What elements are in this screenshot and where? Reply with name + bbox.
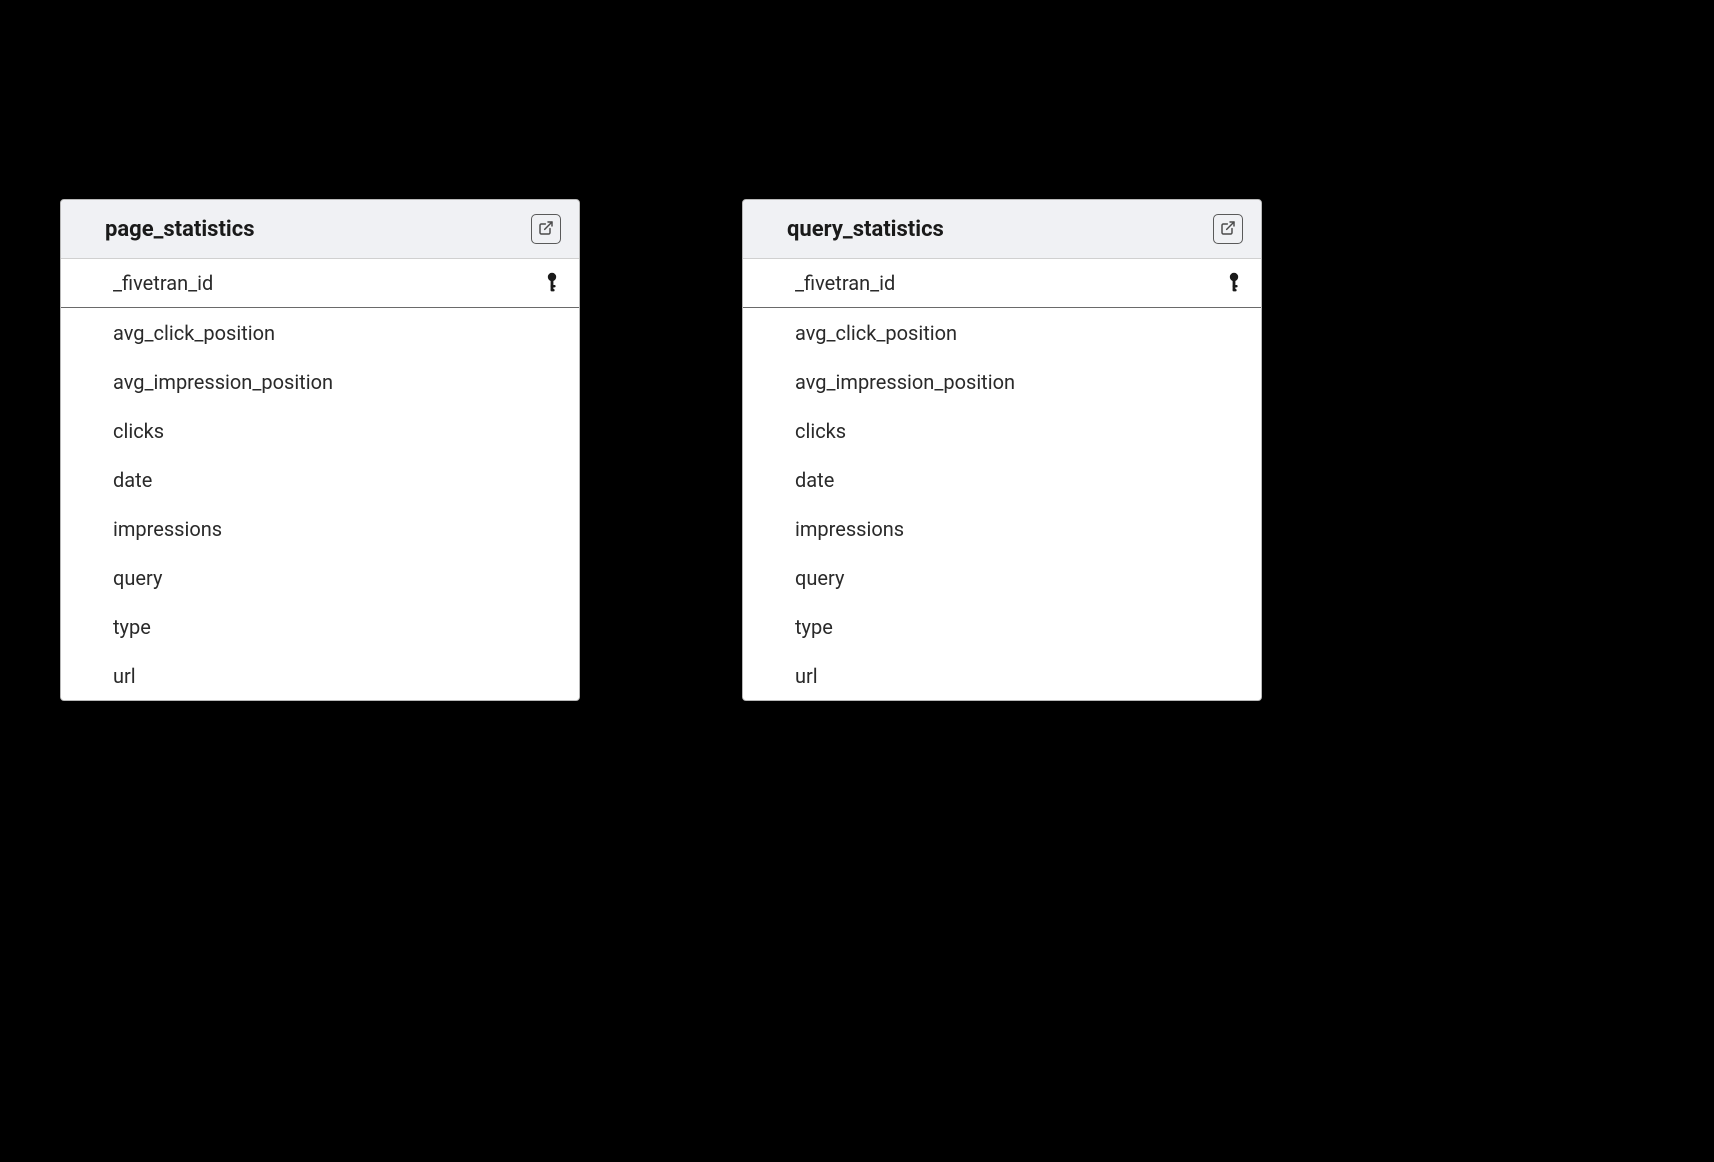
open-button[interactable] [531, 214, 561, 244]
column-row[interactable]: clicks [61, 406, 579, 455]
column-row[interactable]: query [61, 553, 579, 602]
column-row[interactable]: query [743, 553, 1261, 602]
column-name: query [795, 566, 844, 590]
external-link-icon [1220, 220, 1236, 239]
column-row[interactable]: avg_click_position [743, 308, 1261, 357]
table-header: page_statistics [61, 200, 579, 259]
canvas: page_statistics _fivetran_id [0, 0, 1714, 1162]
column-name: url [113, 664, 136, 688]
column-name: avg_impression_position [795, 370, 1015, 394]
column-name: url [795, 664, 818, 688]
column-name: date [795, 468, 834, 492]
column-name: _fivetran_id [113, 271, 213, 295]
column-row[interactable]: clicks [743, 406, 1261, 455]
column-row[interactable]: _fivetran_id [61, 259, 579, 308]
column-name: clicks [795, 419, 846, 443]
column-row[interactable]: date [61, 455, 579, 504]
column-row[interactable]: avg_click_position [61, 308, 579, 357]
column-name: query [113, 566, 162, 590]
column-row[interactable]: url [743, 651, 1261, 700]
column-name: avg_click_position [795, 321, 957, 345]
key-icon [1225, 272, 1243, 294]
column-name: avg_click_position [113, 321, 275, 345]
key-icon [543, 272, 561, 294]
column-row[interactable]: type [743, 602, 1261, 651]
columns-list: _fivetran_id avg_click_position avg_impr… [743, 259, 1261, 700]
table-title: page_statistics [105, 217, 255, 242]
column-name: type [795, 615, 833, 639]
open-button[interactable] [1213, 214, 1243, 244]
column-row[interactable]: date [743, 455, 1261, 504]
column-row[interactable]: avg_impression_position [743, 357, 1261, 406]
column-row[interactable]: impressions [61, 504, 579, 553]
column-name: date [113, 468, 152, 492]
column-name: avg_impression_position [113, 370, 333, 394]
column-row[interactable]: _fivetran_id [743, 259, 1261, 308]
table-card-query-statistics[interactable]: query_statistics _fivetran_id [742, 199, 1262, 701]
column-row[interactable]: impressions [743, 504, 1261, 553]
column-name: impressions [113, 517, 222, 541]
table-title: query_statistics [787, 217, 944, 242]
column-row[interactable]: url [61, 651, 579, 700]
column-name: clicks [113, 419, 164, 443]
column-row[interactable]: avg_impression_position [61, 357, 579, 406]
table-header: query_statistics [743, 200, 1261, 259]
column-row[interactable]: type [61, 602, 579, 651]
table-card-page-statistics[interactable]: page_statistics _fivetran_id [60, 199, 580, 701]
column-name: impressions [795, 517, 904, 541]
column-name: type [113, 615, 151, 639]
columns-list: _fivetran_id avg_click_position avg_impr… [61, 259, 579, 700]
column-name: _fivetran_id [795, 271, 895, 295]
external-link-icon [538, 220, 554, 239]
